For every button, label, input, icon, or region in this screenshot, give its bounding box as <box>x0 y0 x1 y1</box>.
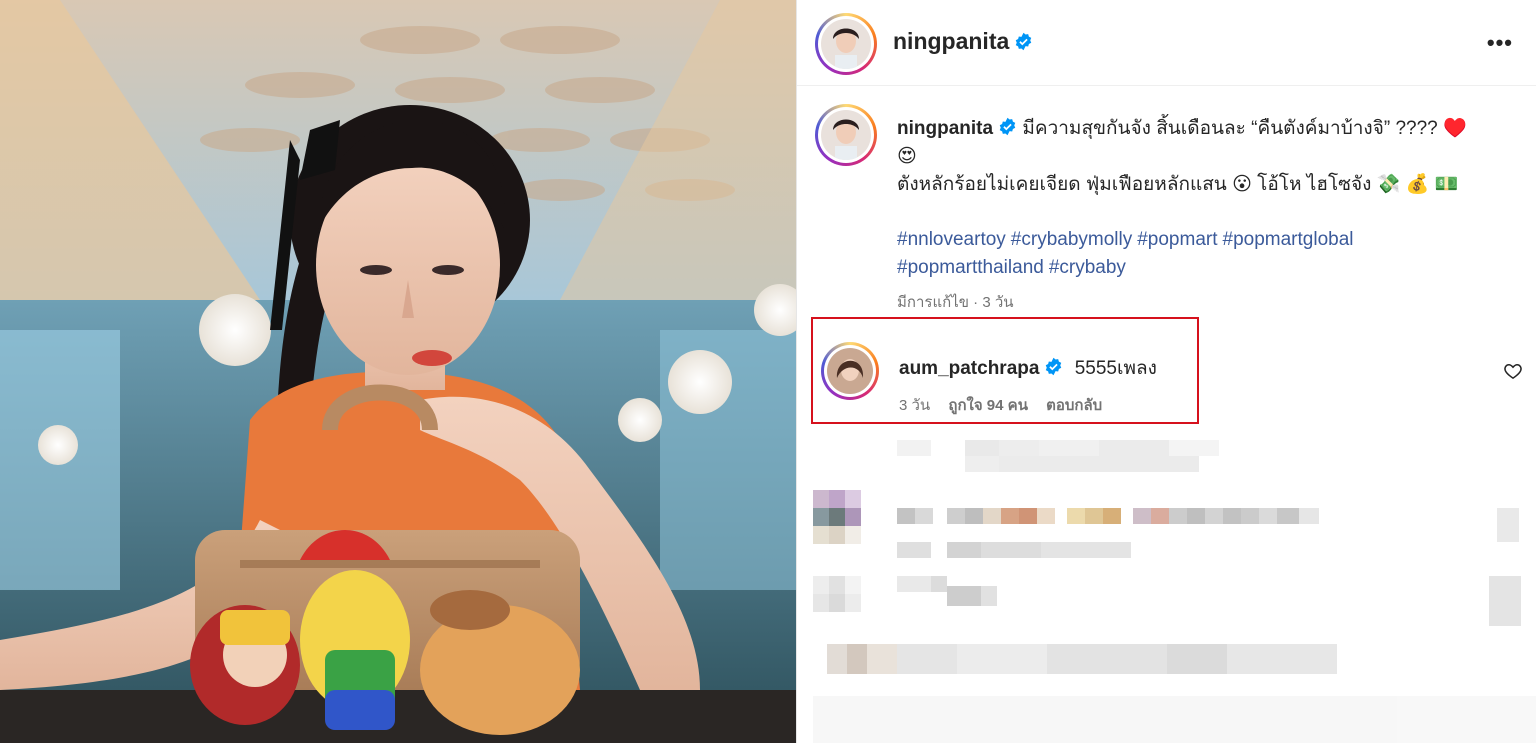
pixelated-comments-graphic <box>813 440 1536 743</box>
author-avatar[interactable] <box>815 13 877 75</box>
caption-emoji: 😍 <box>897 146 917 167</box>
verified-badge-icon <box>1046 357 1062 376</box>
post-caption: ningpanita มีความสุขกันจัง สิ้นเดือนละ “… <box>897 115 1517 199</box>
verified-badge-icon <box>1016 32 1032 51</box>
reply-button[interactable]: ตอบกลับ <box>1046 397 1102 414</box>
post-photo-illustration <box>0 0 796 743</box>
caption-line-2: ตังหลักร้อยไม่เคยเจียด ฟุ่มเฟือยหลักแสน … <box>897 174 1459 195</box>
hashtag-link[interactable]: #popmartglobal <box>1223 229 1354 250</box>
comment-body: 5555เพลง <box>1074 358 1157 379</box>
post-photo <box>0 0 796 743</box>
hashtag-link[interactable]: #crybaby <box>1049 257 1126 278</box>
comment-text: aum_patchrapa 5555เพลง <box>899 353 1157 383</box>
commenter-avatar[interactable] <box>821 342 879 400</box>
caption-username[interactable]: ningpanita <box>897 118 993 139</box>
caption-line-1: มีความสุขกันจัง สิ้นเดือนละ “คืนตังค์มาบ… <box>1022 118 1467 139</box>
hashtag-link[interactable]: #nnloveartoy <box>897 229 1006 250</box>
caption-meta: มีการแก้ไข · 3 วัน <box>897 294 1014 311</box>
hashtag-link[interactable]: #popmart <box>1137 229 1217 250</box>
verified-badge-icon <box>999 117 1016 136</box>
highlighted-comment: aum_patchrapa 5555เพลง 3 วัน ถูกใจ 94 คน… <box>811 317 1199 424</box>
heart-icon[interactable] <box>1503 361 1523 381</box>
comment-likes[interactable]: ถูกใจ 94 คน <box>948 397 1028 414</box>
author-username[interactable]: ningpanita <box>893 28 1033 55</box>
hashtag-link[interactable]: #crybabymolly <box>1011 229 1132 250</box>
more-options-icon[interactable]: ••• <box>1487 30 1513 56</box>
blurred-comments <box>797 436 1536 743</box>
comment-meta: 3 วัน ถูกใจ 94 คน ตอบกลับ <box>899 393 1116 417</box>
post-details-panel: ningpanita ••• ningpanita มีความสุขกันจั… <box>796 0 1536 743</box>
hashtag-link[interactable]: #popmartthailand <box>897 257 1044 278</box>
commenter-username[interactable]: aum_patchrapa <box>899 358 1039 379</box>
caption-author-avatar[interactable] <box>815 104 877 166</box>
post-header: ningpanita ••• <box>797 0 1536 86</box>
comment-time: 3 วัน <box>899 397 931 414</box>
caption-hashtags: #nnloveartoy #crybabymolly #popmart #popmar… <box>897 226 1497 282</box>
